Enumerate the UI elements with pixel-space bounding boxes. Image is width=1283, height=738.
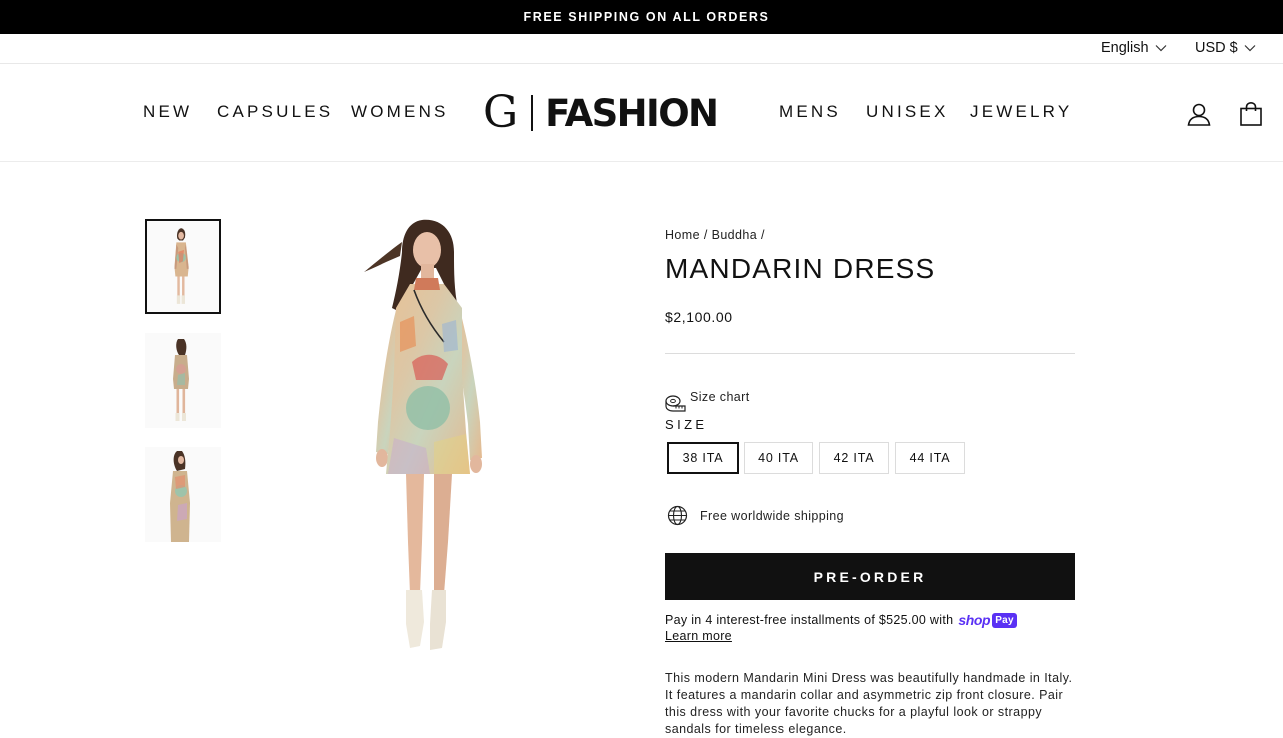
product-thumbnail-1[interactable] bbox=[145, 219, 221, 314]
language-selector[interactable]: English bbox=[1101, 40, 1167, 56]
product-title: MANDARIN DRESS bbox=[665, 253, 936, 284]
size-option-38[interactable]: 38 ITA bbox=[667, 442, 739, 474]
currency-selector[interactable]: USD $ bbox=[1195, 40, 1256, 56]
model-back-thumbnail-image bbox=[145, 333, 221, 428]
size-option-40[interactable]: 40 ITA bbox=[744, 442, 813, 474]
installments-info: Pay in 4 interest-free installments of $… bbox=[665, 612, 1017, 628]
learn-more-link[interactable]: Learn more bbox=[665, 629, 732, 643]
site-logo[interactable]: G FASHION bbox=[483, 87, 719, 138]
product-thumbnail-2[interactable] bbox=[145, 333, 221, 428]
nav-unisex[interactable]: UNISEX bbox=[866, 102, 949, 122]
nav-womens[interactable]: WOMENS bbox=[351, 102, 449, 122]
shop-pay-logo[interactable]: shop Pay bbox=[958, 612, 1017, 628]
pre-order-button[interactable]: PRE-ORDER bbox=[665, 553, 1075, 600]
shop-pay-word: shop bbox=[958, 612, 991, 628]
breadcrumb-home[interactable]: Home bbox=[665, 228, 700, 242]
chevron-down-icon bbox=[1244, 45, 1256, 52]
product-price: $2,100.00 bbox=[665, 309, 733, 325]
announcement-text: FREE SHIPPING ON ALL ORDERS bbox=[523, 10, 770, 24]
bag-icon[interactable] bbox=[1238, 101, 1264, 127]
product-description: This modern Mandarin Mini Dress was beau… bbox=[665, 671, 1073, 736]
model-front-thumbnail-image bbox=[147, 221, 219, 312]
user-icon[interactable] bbox=[1186, 101, 1212, 127]
breadcrumb-separator: / bbox=[760, 228, 765, 242]
currency-label: USD $ bbox=[1195, 40, 1238, 56]
globe-icon bbox=[667, 505, 688, 526]
breadcrumb-separator: / bbox=[703, 228, 708, 242]
model-side-thumbnail-image bbox=[145, 447, 221, 542]
logo-divider bbox=[531, 95, 534, 131]
size-option-44[interactable]: 44 ITA bbox=[895, 442, 965, 474]
nav-new[interactable]: NEW bbox=[143, 102, 192, 122]
shipping-info: Free worldwide shipping bbox=[667, 505, 844, 526]
utility-bar: English USD $ bbox=[0, 34, 1283, 64]
price-divider bbox=[665, 353, 1075, 354]
site-header: NEW CAPSULES WOMENS G FASHION MENS UNISE… bbox=[0, 64, 1283, 162]
logo-wordmark: FASHION bbox=[545, 91, 719, 135]
product-main-image bbox=[364, 219, 482, 650]
nav-mens[interactable]: MENS bbox=[779, 102, 841, 122]
size-label: SIZE bbox=[665, 417, 708, 432]
logo-mark: G bbox=[483, 87, 519, 138]
installments-text: Pay in 4 interest-free installments of $… bbox=[665, 613, 954, 627]
language-label: English bbox=[1101, 40, 1149, 56]
announcement-bar: FREE SHIPPING ON ALL ORDERS bbox=[0, 0, 1283, 34]
breadcrumb-collection[interactable]: Buddha bbox=[712, 228, 758, 242]
size-chart-link[interactable]: Size chart bbox=[665, 390, 750, 413]
shipping-text: Free worldwide shipping bbox=[700, 508, 844, 523]
breadcrumb: Home / Buddha / bbox=[665, 228, 765, 242]
size-option-42[interactable]: 42 ITA bbox=[819, 442, 889, 474]
nav-jewelry[interactable]: JEWELRY bbox=[970, 102, 1072, 122]
shop-pay-badge: Pay bbox=[992, 612, 1017, 628]
tape-measure-icon bbox=[665, 395, 686, 412]
size-chart-label: Size chart bbox=[690, 390, 750, 404]
chevron-down-icon bbox=[1155, 45, 1166, 52]
nav-capsules[interactable]: CAPSULES bbox=[217, 102, 333, 122]
product-thumbnail-3[interactable] bbox=[145, 447, 221, 542]
